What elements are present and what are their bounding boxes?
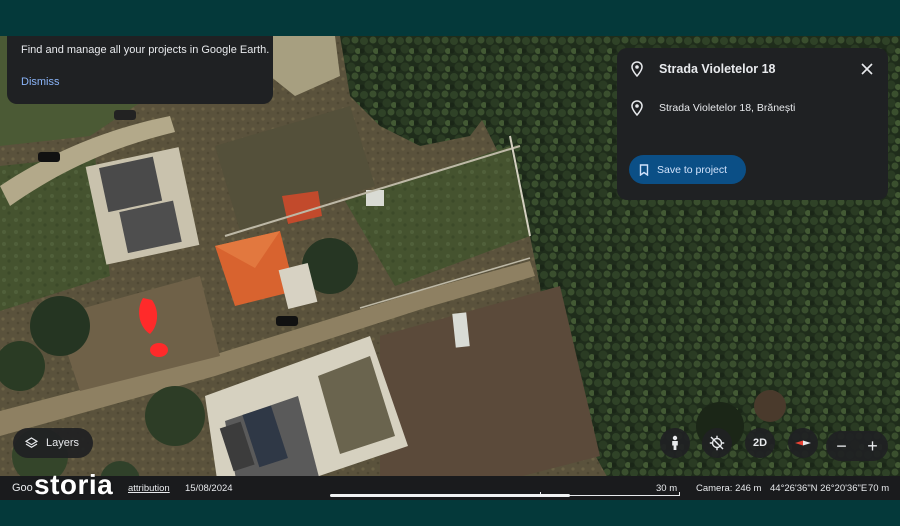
map-viewport[interactable]: Find and manage all your projects in Goo…: [0, 36, 900, 500]
location-pin-icon: [631, 61, 643, 77]
scale-label: 30 m: [656, 483, 678, 494]
place-address: Strada Violetelor 18, Brănești: [659, 102, 796, 114]
zoom-in-button[interactable]: +: [857, 431, 888, 461]
data-attribution-link[interactable]: attribution: [128, 483, 170, 494]
home-indicator[interactable]: [330, 494, 570, 497]
layers-label: Layers: [46, 437, 80, 449]
zoom-controls: − +: [826, 431, 888, 461]
close-icon[interactable]: [860, 62, 874, 76]
device-bottom-bezel: [0, 500, 900, 526]
save-to-project-button[interactable]: Save to project: [629, 155, 746, 184]
imagery-date: 15/08/2024: [185, 483, 233, 494]
location-pin-icon: [631, 100, 643, 116]
view-mode-label: 2D: [752, 437, 768, 449]
save-to-project-label: Save to project: [657, 163, 728, 176]
ground-elevation: 70 m: [868, 483, 890, 494]
camera-altitude: Camera: 246 m: [696, 483, 762, 494]
location-toggle-button[interactable]: [702, 428, 732, 458]
place-title: Strada Violetelor 18: [659, 62, 776, 76]
bookmark-icon: [639, 163, 649, 176]
google-logo: Goo: [12, 482, 33, 494]
promo-message: Find and manage all your projects in Goo…: [21, 44, 270, 56]
gps-off-icon: [709, 435, 725, 451]
compass-icon: [795, 440, 811, 446]
street-view-button[interactable]: [660, 428, 690, 458]
coordinates: 44°26'36"N 26°20'36"E: [770, 483, 868, 494]
storia-watermark: storia: [34, 469, 114, 500]
projects-promo-card: Find and manage all your projects in Goo…: [7, 36, 273, 104]
layers-icon: [25, 436, 38, 448]
place-info-panel: Strada Violetelor 18 Strada Violetelor 1…: [617, 48, 888, 200]
compass-button[interactable]: [788, 428, 818, 458]
view-mode-button[interactable]: 2D: [745, 428, 775, 458]
layers-button[interactable]: Layers: [13, 428, 93, 458]
dismiss-button[interactable]: Dismiss: [21, 76, 60, 88]
zoom-out-button[interactable]: −: [826, 431, 857, 461]
pegman-icon: [672, 435, 678, 450]
